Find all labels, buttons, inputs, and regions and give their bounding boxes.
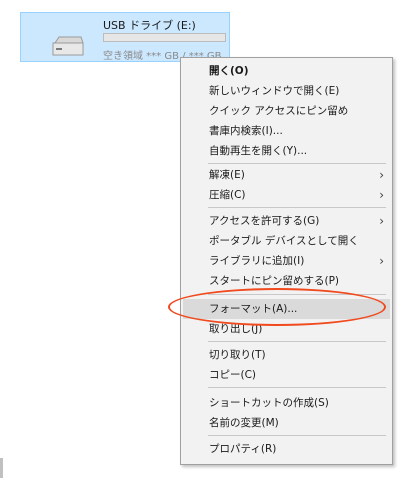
menu-separator xyxy=(208,294,386,295)
menu-separator xyxy=(208,207,386,208)
usb-drive-icon xyxy=(52,36,84,56)
menu-item-properties[interactable]: プロパティ(R) xyxy=(183,439,390,459)
menu-item-open-new-window[interactable]: 新しいウィンドウで開く(E) xyxy=(183,81,390,101)
menu-separator xyxy=(208,163,386,164)
menu-item-create-shortcut[interactable]: ショートカットの作成(S) xyxy=(183,393,390,413)
menu-item-label: ポータブル デバイスとして開く xyxy=(209,235,359,247)
menu-item-label: フォーマット(A)... xyxy=(209,303,298,315)
menu-item-format[interactable]: フォーマット(A)... xyxy=(183,299,390,319)
menu-item-cut[interactable]: 切り取り(T) xyxy=(183,345,390,365)
menu-item-label: 切り取り(T) xyxy=(209,349,266,361)
menu-item-label: スタートにピン留めする(P) xyxy=(209,275,340,287)
menu-item-label: 名前の変更(M) xyxy=(209,417,279,429)
menu-item-eject[interactable]: 取り出し(J) xyxy=(183,319,390,339)
menu-item-copy[interactable]: コピー(C) xyxy=(183,365,390,385)
menu-item-extract[interactable]: 解凍(E) › xyxy=(183,165,390,185)
menu-separator xyxy=(208,387,386,388)
menu-item-open-portable-device[interactable]: ポータブル デバイスとして開く xyxy=(183,231,390,251)
usb-drive-tile[interactable]: USB ドライブ (E:) 空き領域 *** GB / *** GB xyxy=(20,12,230,62)
menu-item-pin-quick-access[interactable]: クイック アクセスにピン留め xyxy=(183,101,390,121)
menu-item-compress[interactable]: 圧縮(C) › xyxy=(183,185,390,205)
drive-name: USB ドライブ (E:) xyxy=(103,19,196,32)
menu-item-add-to-library[interactable]: ライブラリに追加(I) › xyxy=(183,251,390,271)
menu-item-label: 自動再生を開く(Y)... xyxy=(209,145,308,157)
menu-item-label: 圧縮(C) xyxy=(209,189,246,201)
menu-item-open[interactable]: 開く(O) xyxy=(183,61,390,81)
window-edge xyxy=(0,458,3,478)
menu-item-label: 解凍(E) xyxy=(209,169,245,181)
menu-item-label: コピー(C) xyxy=(209,369,257,381)
context-menu: 開く(O) 新しいウィンドウで開く(E) クイック アクセスにピン留め 書庫内検… xyxy=(180,57,393,465)
menu-item-give-access[interactable]: アクセスを許可する(G) › xyxy=(183,211,390,231)
menu-separator xyxy=(208,341,386,342)
chevron-right-icon: › xyxy=(379,188,384,202)
menu-separator xyxy=(208,435,386,436)
menu-item-label: アクセスを許可する(G) xyxy=(209,215,320,227)
menu-item-label: 書庫内検索(I)... xyxy=(209,125,283,137)
chevron-right-icon: › xyxy=(379,214,384,228)
menu-item-label: 取り出し(J) xyxy=(209,323,263,335)
menu-item-label: 新しいウィンドウで開く(E) xyxy=(209,85,340,97)
menu-item-archive-search[interactable]: 書庫内検索(I)... xyxy=(183,121,390,141)
menu-item-autoplay[interactable]: 自動再生を開く(Y)... xyxy=(183,141,390,161)
chevron-right-icon: › xyxy=(379,168,384,182)
menu-item-label: プロパティ(R) xyxy=(209,443,277,455)
menu-item-label: 開く(O) xyxy=(209,65,249,77)
chevron-right-icon: › xyxy=(379,254,384,268)
menu-item-rename[interactable]: 名前の変更(M) xyxy=(183,413,390,433)
menu-item-pin-to-start[interactable]: スタートにピン留めする(P) xyxy=(183,271,390,291)
menu-item-label: ライブラリに追加(I) xyxy=(209,255,305,267)
menu-item-label: クイック アクセスにピン留め xyxy=(209,105,349,117)
menu-item-label: ショートカットの作成(S) xyxy=(209,397,329,409)
drive-usage-bar xyxy=(103,33,226,42)
